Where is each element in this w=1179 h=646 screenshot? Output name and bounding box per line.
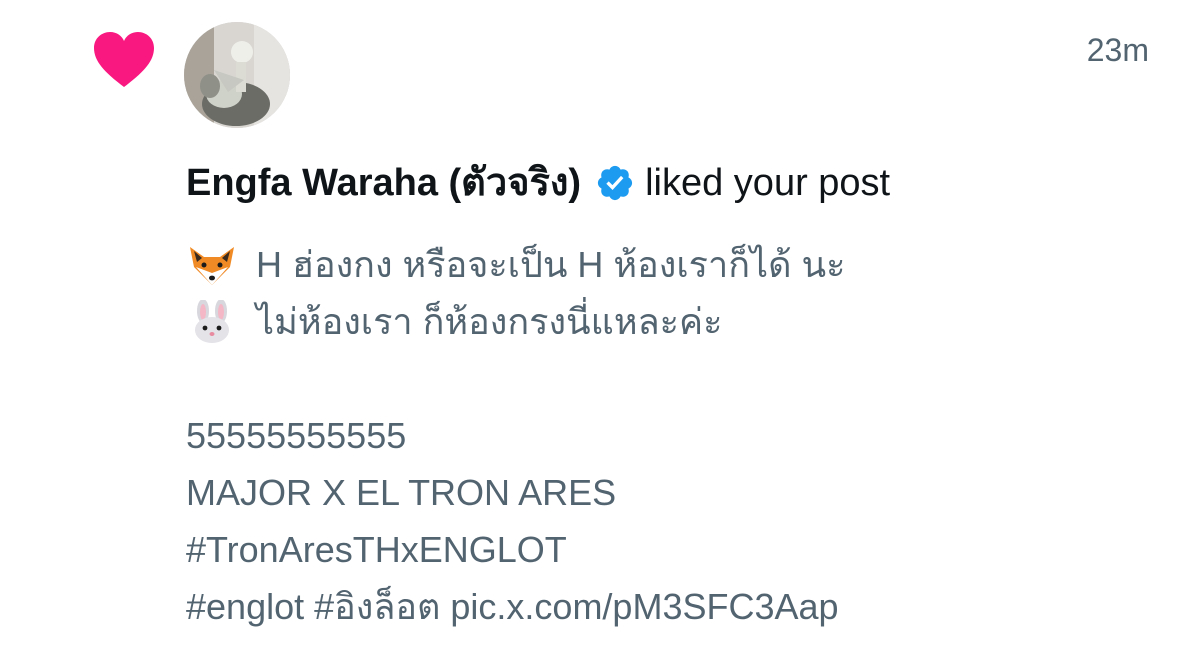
heart-icon — [94, 32, 154, 87]
action-text: liked your post — [645, 162, 891, 204]
post-line-5: #TronAresTHxENGLOT — [186, 529, 567, 570]
post-line-2: ไม่ห้องเรา ก็ห้องกรงนี่แหละค่ะ — [186, 293, 845, 350]
post-line-1: H ฮ่องกง หรือจะเป็น H ห้องเราก็ได้ นะ — [186, 236, 845, 293]
post-line-6: #englot #อิงล็อต pic.x.com/pM3SFC3Aap — [186, 586, 839, 627]
rabbit-emoji-icon — [195, 299, 229, 343]
avatar-image — [184, 22, 290, 128]
post-text[interactable]: H ฮ่องกง หรือจะเป็น H ห้องเราก็ได้ นะ ไม… — [186, 236, 845, 635]
notification-headline: Engfa Waraha (ตัวจริง) liked your post — [186, 160, 890, 206]
avatar[interactable] — [184, 22, 290, 128]
post-line-2-text: ไม่ห้องเรา ก็ห้องกรงนี่แหละค่ะ — [256, 301, 723, 342]
post-line-1-text: H ฮ่องกง หรือจะเป็น H ห้องเราก็ได้ นะ — [256, 244, 846, 285]
like-notification[interactable]: 23m Engfa Waraha (ตัวจริง) liked your po… — [0, 0, 1179, 646]
user-name[interactable]: Engfa Waraha (ตัวจริง) — [186, 160, 581, 206]
verified-badge-icon — [598, 165, 633, 201]
post-line-3: 55555555555 — [186, 415, 407, 456]
post-line-4: MAJOR X EL TRON ARES — [186, 472, 617, 513]
fox-emoji-icon — [190, 246, 234, 285]
timestamp: 23m — [1086, 32, 1149, 68]
